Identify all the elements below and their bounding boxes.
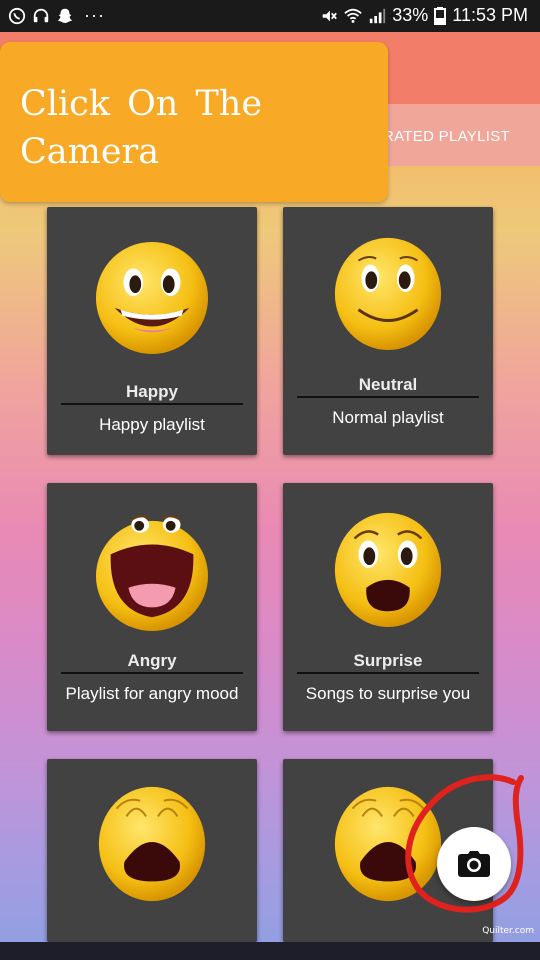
angry-face-icon (95, 515, 209, 631)
more-icon: ··· (84, 5, 105, 25)
signal-icon (370, 8, 386, 23)
divider (61, 672, 243, 674)
status-bar-left: ··· (8, 5, 105, 26)
headset-icon (33, 8, 49, 22)
mood-card-happy[interactable]: Happy Happy playlist (47, 207, 257, 455)
bottom-nav-bar (0, 942, 540, 960)
divider (297, 672, 479, 674)
camera-button[interactable] (437, 827, 511, 901)
mood-card-angry[interactable]: Angry Playlist for angry mood (47, 483, 257, 731)
tab-rated-playlist[interactable]: RATED PLAYLIST (383, 128, 510, 145)
clock: 11:53 PM (452, 5, 528, 25)
divider (297, 396, 479, 398)
neutral-face-icon (334, 237, 442, 351)
camera-icon (458, 851, 490, 877)
mood-card-sad[interactable] (47, 759, 257, 942)
card-description: Normal playlist (332, 408, 444, 427)
card-description: Songs to surprise you (305, 684, 471, 703)
snapchat-icon (57, 8, 73, 23)
card-description: Happy playlist (99, 415, 205, 434)
mute-icon (322, 10, 338, 21)
card-title: Neutral (358, 375, 418, 394)
whatsapp-icon (8, 7, 26, 24)
battery-icon (434, 6, 447, 25)
onboarding-tooltip: Click On The Camera (0, 42, 388, 202)
watermark: Quilter.com (482, 926, 534, 936)
tooltip-text: Click On The Camera (20, 84, 263, 172)
wifi-icon (344, 8, 362, 23)
mood-card-surprise[interactable]: Surprise Songs to surprise you (283, 483, 493, 731)
status-bar: ··· 33% 11:53 PM (0, 0, 540, 32)
card-title: Happy (126, 382, 178, 401)
divider (61, 403, 243, 405)
card-title: Angry (127, 651, 177, 670)
card-description: Playlist for angry mood (65, 684, 239, 703)
status-bar-right: 33% 11:53 PM (320, 5, 528, 26)
battery-percent: 33% (392, 5, 429, 25)
happy-face-icon (95, 241, 209, 355)
surprise-face-icon (334, 512, 442, 628)
mood-card-neutral[interactable]: Neutral Normal playlist (283, 207, 493, 455)
card-title: Surprise (353, 651, 423, 670)
sad-face-icon (98, 786, 206, 902)
